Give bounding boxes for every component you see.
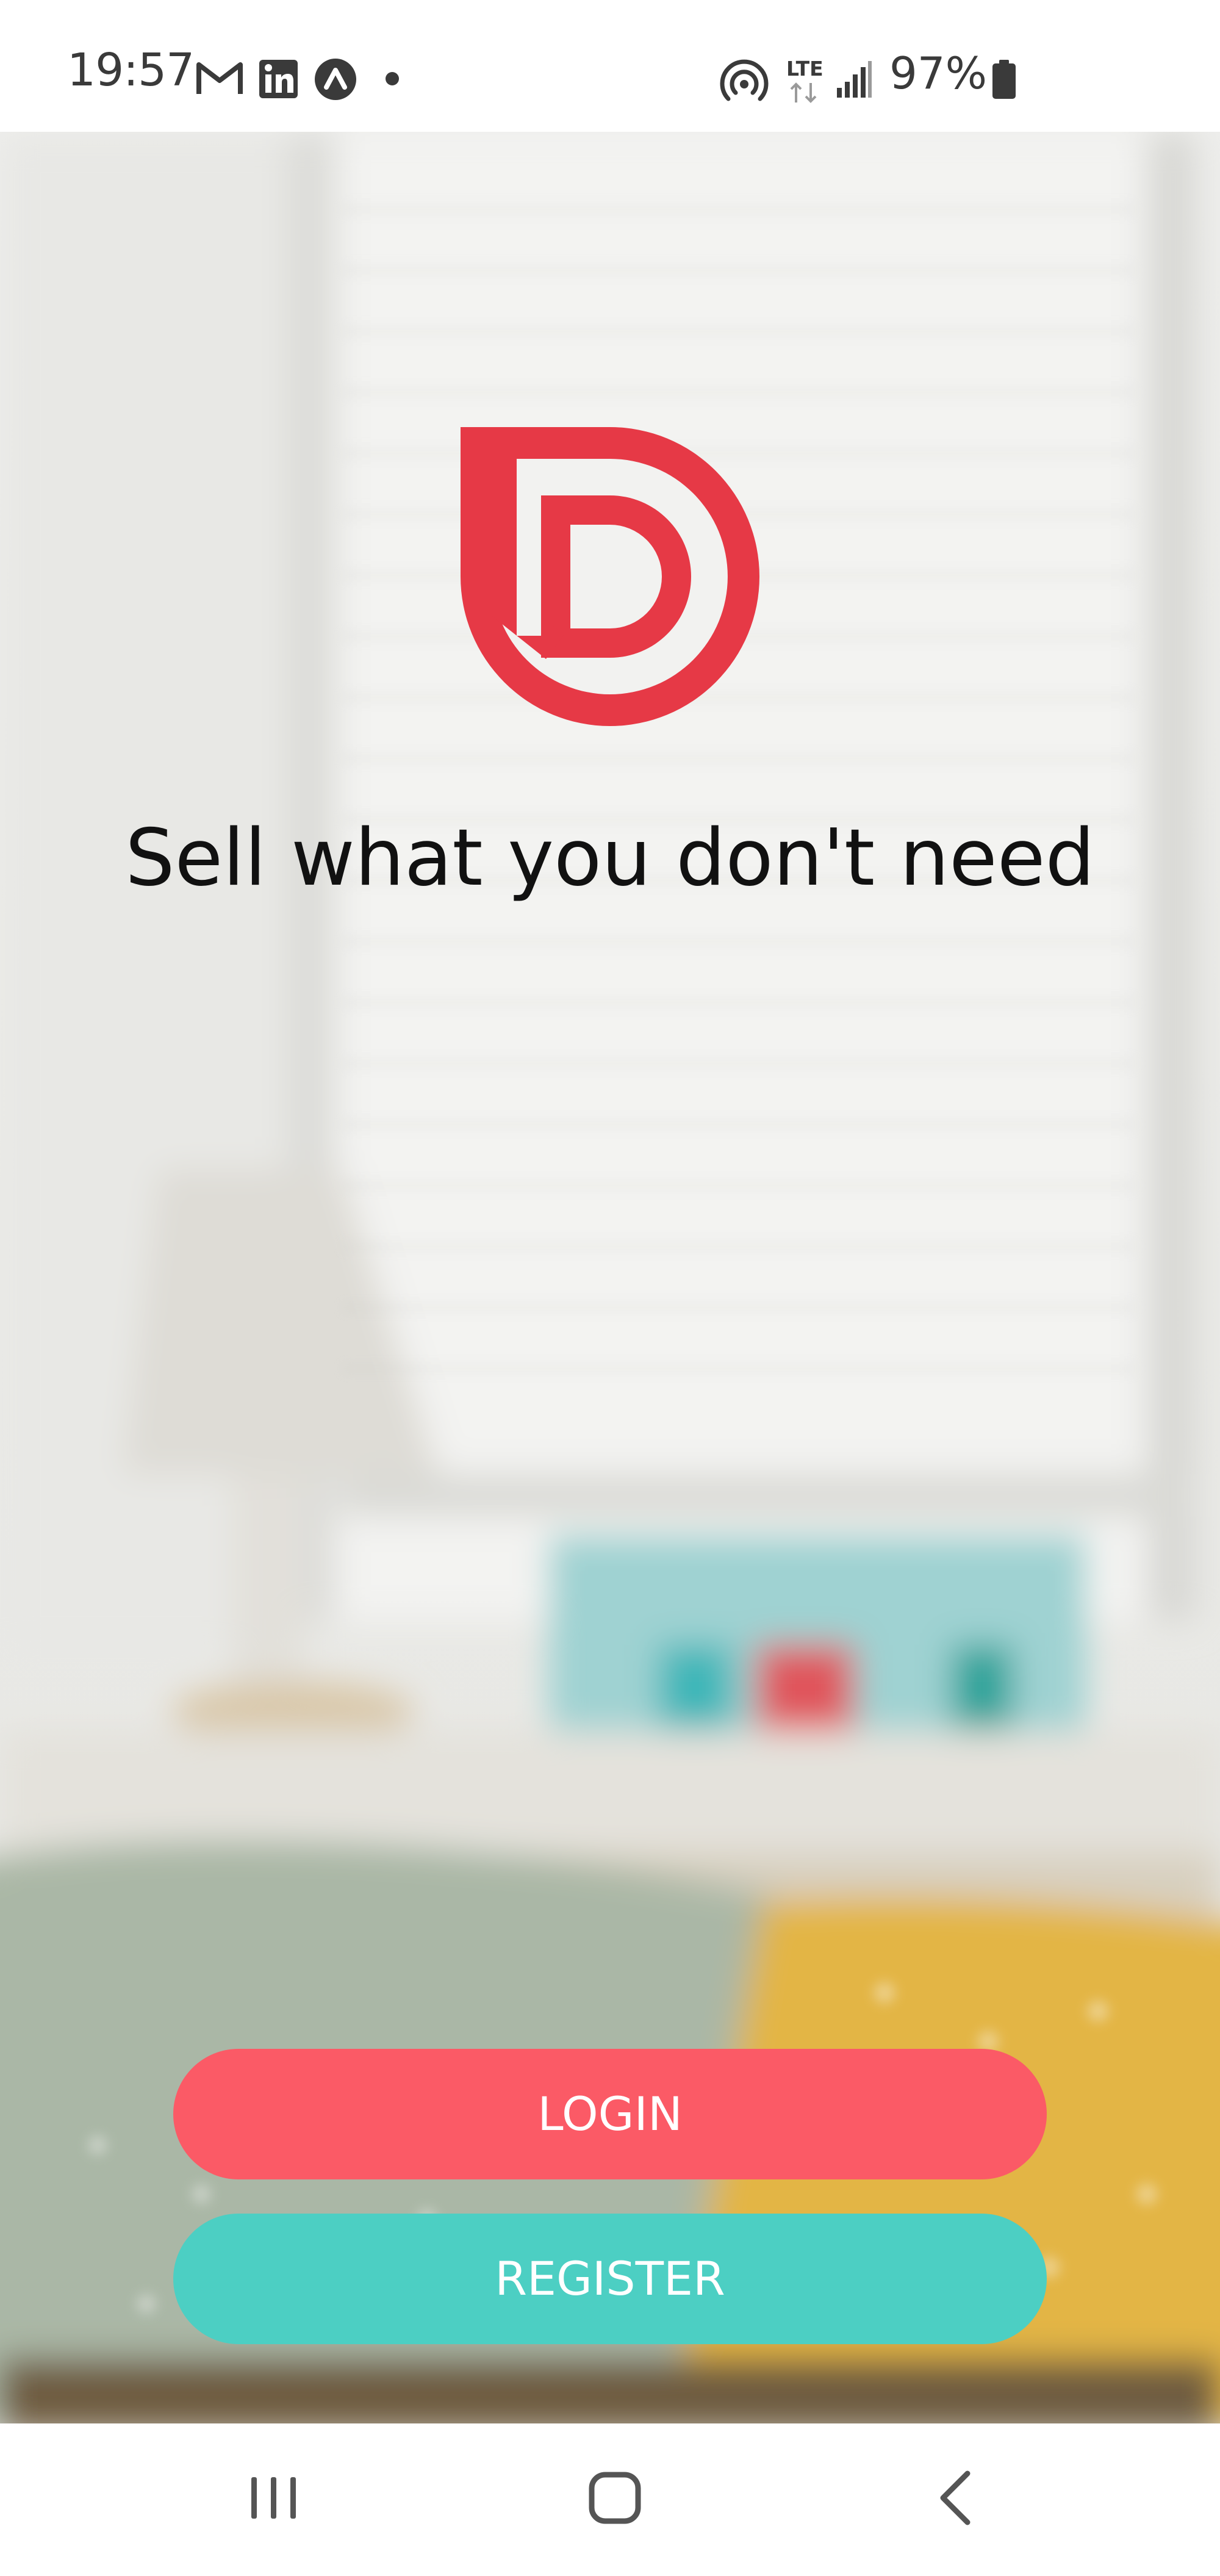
data-arrows-icon [790, 82, 817, 103]
lte-icon: LTE [784, 57, 824, 105]
more-notifications-dot [386, 72, 399, 85]
home-icon[interactable] [586, 2467, 644, 2528]
battery-icon [992, 60, 1016, 99]
status-time: 19:57 [67, 44, 195, 96]
navigation-bar [0, 2423, 1220, 2576]
signal-icon [837, 61, 872, 98]
hotspot-icon [720, 59, 769, 101]
tagline: Sell what you don't need [125, 813, 1095, 904]
recents-icon[interactable] [244, 2467, 303, 2528]
network-label: LTE [786, 57, 824, 81]
login-button[interactable]: LOGIN [173, 2049, 1047, 2179]
nova-launcher-icon [315, 59, 356, 100]
gmail-icon [196, 62, 243, 94]
register-button[interactable]: REGISTER [173, 2214, 1047, 2344]
status-bar: 19:57 LTE 97% [0, 0, 1220, 132]
d-logo-icon [461, 427, 759, 726]
back-icon[interactable] [927, 2467, 986, 2528]
linkedin-icon [259, 60, 298, 98]
battery-percent: 97% [889, 48, 988, 99]
